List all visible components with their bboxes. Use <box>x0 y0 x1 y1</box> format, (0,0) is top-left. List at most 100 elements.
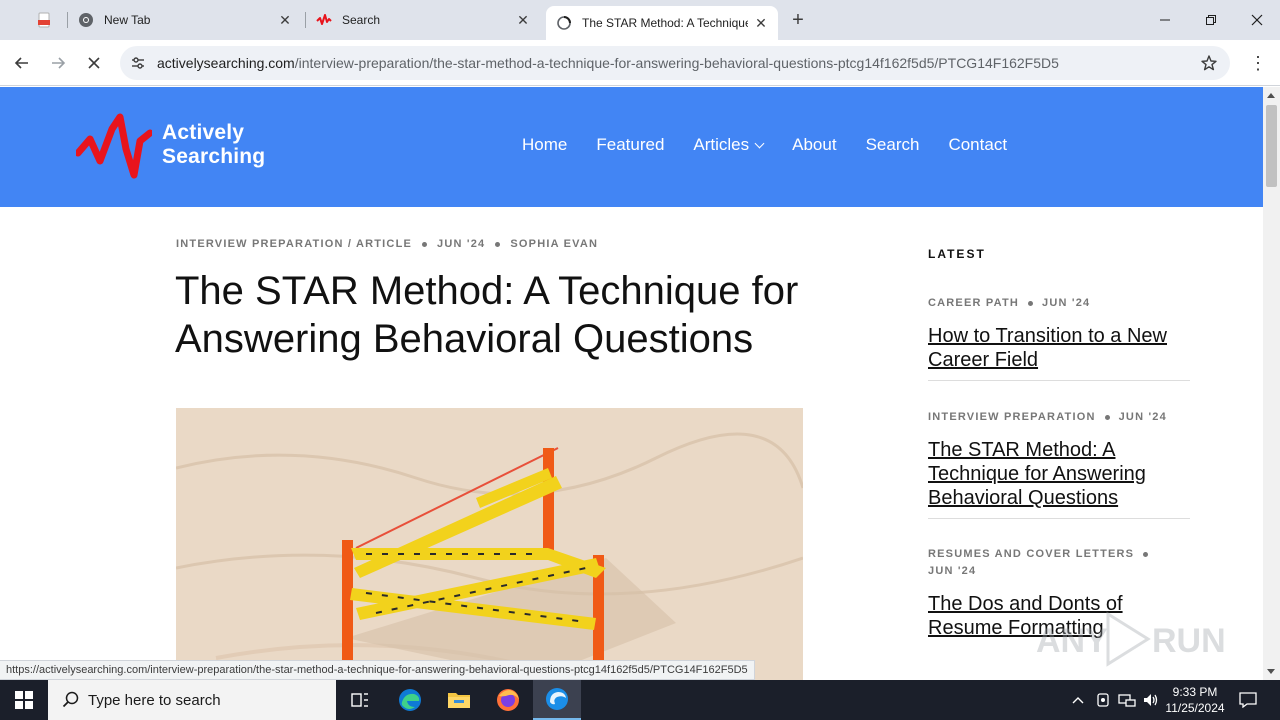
chrome-icon <box>78 12 94 28</box>
tab-new-tab[interactable]: New Tab ✕ <box>78 0 298 40</box>
edge-icon[interactable] <box>386 680 434 720</box>
side-item-date: JUN '24 <box>1042 297 1091 309</box>
sidebar-heading: LATEST <box>928 247 986 261</box>
site-info-icon[interactable] <box>130 55 146 71</box>
pdf-icon <box>36 12 52 28</box>
divider <box>928 380 1190 381</box>
logo-text: Actively Searching <box>162 121 265 169</box>
url-domain: activelysearching.com <box>157 55 295 71</box>
windows-taskbar: Type here to search 9:33 PM 11/25/2024 <box>0 680 1280 720</box>
nav-search[interactable]: Search <box>866 135 920 155</box>
activelysearching-icon <box>316 12 332 28</box>
tab-close-icon[interactable]: ✕ <box>753 15 769 31</box>
close-window-icon[interactable] <box>1234 0 1280 40</box>
bullet-dot-icon <box>1028 300 1034 306</box>
side-item-category[interactable]: INTERVIEW PREPARATION <box>928 411 1096 423</box>
site-nav: Home Featured Articles About Search Cont… <box>522 135 1007 155</box>
forward-arrow-icon[interactable] <box>44 49 72 77</box>
taskbar-search-placeholder: Type here to search <box>88 691 221 709</box>
task-view-icon[interactable] <box>336 680 384 720</box>
watermark-right: RUN <box>1152 622 1226 660</box>
loading-globe-icon <box>556 15 572 31</box>
clock-time: 9:33 PM <box>1172 685 1218 699</box>
list-item: INTERVIEW PREPARATION JUN '24 The STAR Me… <box>928 409 1190 519</box>
taskbar-search-box[interactable]: Type here to search <box>48 680 336 720</box>
bullet-dot-icon <box>1104 414 1110 420</box>
nav-contact[interactable]: Contact <box>948 135 1007 155</box>
divider <box>928 518 1190 519</box>
clock-date: 11/25/2024 <box>1165 701 1225 715</box>
article-hero-image <box>176 408 803 680</box>
chevron-down-icon <box>754 138 765 148</box>
back-arrow-icon[interactable] <box>8 49 36 77</box>
side-item-meta: RESUMES AND COVER LETTERS JUN '24 <box>928 546 1178 580</box>
browser-tab-strip: New Tab ✕ Search ✕ The STAR Method: A Te… <box>0 0 1280 40</box>
tray-chevron-up-icon[interactable] <box>1068 680 1088 720</box>
article-date: JUN '24 <box>437 238 486 250</box>
logo-mark-icon <box>76 113 152 179</box>
watermark-left: ANY <box>1036 622 1108 660</box>
network-icon[interactable] <box>1117 680 1137 720</box>
logo-line1: Actively <box>162 121 245 144</box>
scroll-down-arrow-icon[interactable] <box>1267 669 1275 674</box>
article-meta: INTERVIEW PREPARATION / ARTICLE JUN '24 SO… <box>176 238 598 250</box>
restore-icon[interactable] <box>1188 0 1234 40</box>
page-scrollbar[interactable] <box>1263 87 1280 680</box>
browser-menu-icon[interactable]: ⋮ <box>1248 52 1268 74</box>
tab-title: The STAR Method: A Technique <box>582 16 748 30</box>
address-bar[interactable]: activelysearching.com/interview-preparat… <box>120 46 1230 80</box>
url-text: activelysearching.com/interview-preparat… <box>157 55 1059 71</box>
side-item-category[interactable]: CAREER PATH <box>928 297 1019 309</box>
taskbar-clock[interactable]: 9:33 PM 11/25/2024 <box>1160 684 1230 716</box>
tab-separator <box>305 12 306 28</box>
nav-featured[interactable]: Featured <box>596 135 664 155</box>
tab-title: New Tab <box>104 13 151 27</box>
side-item-category[interactable]: RESUMES AND COVER LETTERS <box>928 548 1134 560</box>
side-item-title-link[interactable]: The STAR Method: A Technique for Answeri… <box>928 438 1190 510</box>
sidebar-latest: LATEST CAREER PATH JUN '24 How to Transit… <box>928 247 1190 639</box>
edge-active-icon[interactable] <box>533 680 581 720</box>
scroll-up-arrow-icon[interactable] <box>1267 93 1275 98</box>
logo-line2: Searching <box>162 145 266 168</box>
article-title: The STAR Method: A Technique for Answeri… <box>175 269 799 361</box>
nav-about[interactable]: About <box>792 135 836 155</box>
url-path: /interview-preparation/the-star-method-a… <box>294 55 1059 71</box>
windows-start-icon[interactable] <box>0 680 48 720</box>
site-header: Actively Searching Home Featured Article… <box>0 87 1263 207</box>
bullet-dot-icon <box>1143 551 1149 557</box>
tab-close-icon[interactable]: ✕ <box>515 12 531 28</box>
nav-articles[interactable]: Articles <box>693 135 765 155</box>
stop-loading-icon[interactable] <box>80 49 108 77</box>
side-item-date: JUN '24 <box>1118 411 1167 423</box>
scrollbar-thumb[interactable] <box>1266 105 1277 187</box>
list-item: CAREER PATH JUN '24 How to Transition to … <box>928 295 1190 381</box>
web-page: Actively Searching Home Featured Article… <box>0 87 1263 680</box>
bullet-dot-icon <box>495 241 501 247</box>
tab-star-method[interactable]: The STAR Method: A Technique ✕ <box>546 6 778 40</box>
side-item-meta: CAREER PATH JUN '24 <box>928 295 1190 312</box>
side-item-date: JUN '24 <box>928 565 977 577</box>
tab-separator <box>67 12 68 28</box>
browser-toolbar: activelysearching.com/interview-preparat… <box>0 40 1280 86</box>
bookmark-star-icon[interactable] <box>1200 54 1218 72</box>
article-author[interactable]: SOPHIA EVAN <box>510 238 598 250</box>
volume-icon[interactable] <box>1141 680 1161 720</box>
search-icon <box>62 691 80 709</box>
anyrun-watermark: ANY RUN <box>1036 608 1236 670</box>
side-item-meta: INTERVIEW PREPARATION JUN '24 <box>928 409 1190 426</box>
notification-icon[interactable] <box>1236 680 1260 720</box>
tab-pdf[interactable] <box>20 0 66 40</box>
file-explorer-icon[interactable] <box>435 680 483 720</box>
article-category[interactable]: INTERVIEW PREPARATION / ARTICLE <box>176 238 412 250</box>
minimize-icon[interactable] <box>1142 0 1188 40</box>
nav-articles-label: Articles <box>693 135 750 154</box>
new-tab-plus-icon[interactable]: + <box>788 8 808 32</box>
tab-search[interactable]: Search ✕ <box>316 0 536 40</box>
tab-close-icon[interactable]: ✕ <box>277 12 293 28</box>
side-item-title-link[interactable]: How to Transition to a New Career Field <box>928 324 1190 372</box>
nav-home[interactable]: Home <box>522 135 567 155</box>
tab-title: Search <box>342 13 381 27</box>
site-logo[interactable]: Actively Searching <box>76 113 276 181</box>
tray-device-icon[interactable] <box>1093 680 1113 720</box>
firefox-icon[interactable] <box>484 680 532 720</box>
